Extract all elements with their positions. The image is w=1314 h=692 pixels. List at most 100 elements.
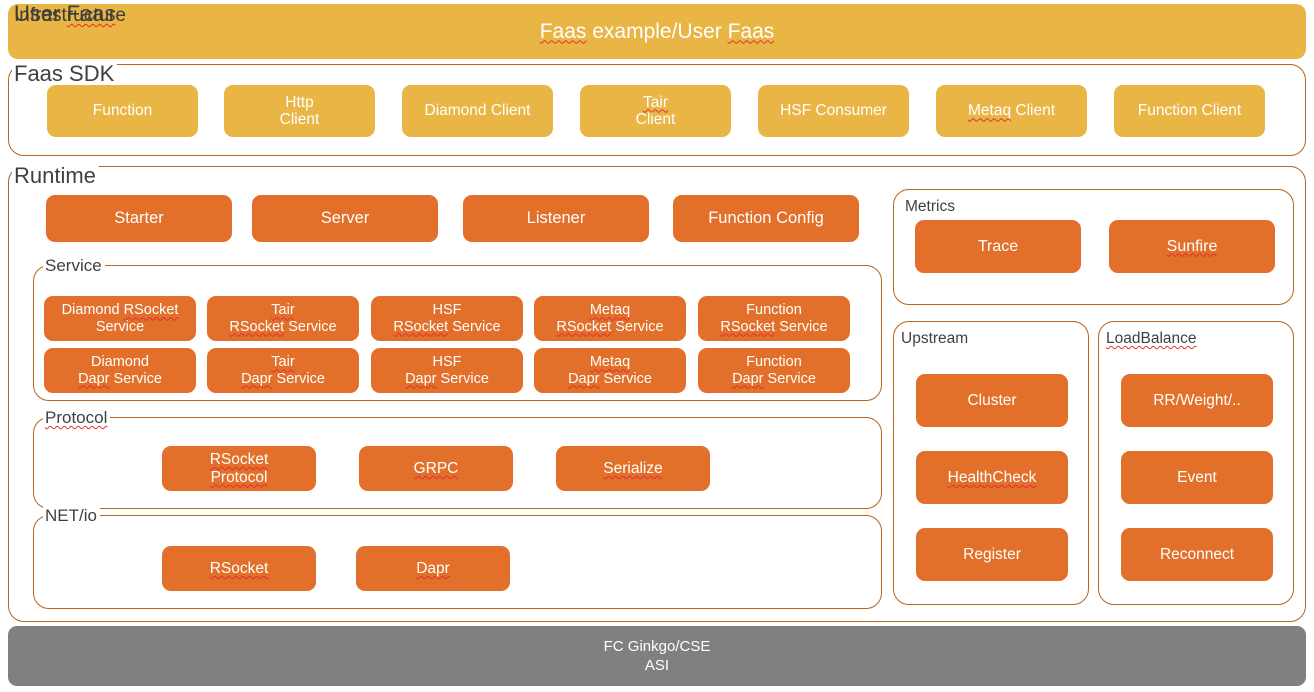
netio-label: NET/io <box>43 507 100 524</box>
chip-label: Cluster <box>967 391 1017 409</box>
chip-metaq-rsocket-service: Metaq RSocket Service <box>534 296 686 341</box>
chip-label: RSocket Protocol <box>209 451 269 486</box>
chip-diamond-client: Diamond Client <box>402 85 553 137</box>
diagram-canvas: Faas example/User Faas User Faas Functio… <box>0 0 1314 692</box>
banner-title: Faas example/User Faas <box>539 19 775 43</box>
chip-label: Diamond RSocket Service <box>61 302 179 335</box>
faas-sdk-container: Function Http Client Diamond Client Tair Clie… <box>8 64 1306 156</box>
infrastructure-line: ASI <box>644 657 670 674</box>
chip-label: Function <box>92 102 153 120</box>
upstream-container: Cluster HealthCheck Register <box>893 321 1089 605</box>
runtime-top-chip-row: Starter Server Listener Function Config <box>33 195 882 242</box>
chip-starter: Starter <box>46 195 232 242</box>
chip-label: Starter <box>114 209 164 228</box>
chip-label: Tair Dapr Service <box>241 354 325 387</box>
faas-sdk-label: Faas SDK <box>12 63 118 85</box>
chip-cluster: Cluster <box>916 374 1068 427</box>
chip-event: Event <box>1121 451 1273 504</box>
service-label: Service <box>43 257 105 274</box>
metrics-label: Metrics <box>903 199 958 215</box>
runtime-label: Runtime <box>12 165 99 187</box>
chip-listener: Listener <box>463 195 649 242</box>
chip-rsocket-protocol: RSocket Protocol <box>162 446 316 491</box>
chip-label: RSocket <box>209 559 269 577</box>
chip-label: Event <box>1177 468 1217 486</box>
infrastructure-lines: FC Ginkgo/CSE ASI <box>604 637 711 675</box>
chip-label: HSF RSocket Service <box>393 302 501 335</box>
chip-function-dapr-service: Function Dapr Service <box>698 348 850 393</box>
chip-http-client: Http Client <box>224 85 375 137</box>
chip-metaq-client: Metaq Client <box>936 85 1087 137</box>
chip-healthcheck: HealthCheck <box>916 451 1068 504</box>
chip-diamond-dapr-service: Diamond Dapr Service <box>44 348 196 393</box>
chip-label: Http Client <box>279 93 320 128</box>
chip-metaq-dapr-service: Metaq Dapr Service <box>534 348 686 393</box>
chip-serialize: Serialize <box>556 446 710 491</box>
user-faas-banner: Faas example/User Faas <box>8 4 1306 59</box>
service-rsocket-row: Diamond RSocket Service Tair RSocket Servic… <box>34 296 883 341</box>
chip-function: Function <box>47 85 198 137</box>
chip-label: Tair Client <box>635 93 676 128</box>
chip-dapr: Dapr <box>356 546 510 591</box>
runtime-container: Starter Server Listener Function Config Dia… <box>8 166 1306 622</box>
chip-label: Metaq RSocket Service <box>556 302 664 335</box>
chip-label: Function Client <box>1137 102 1242 120</box>
chip-tair-rsocket-service: Tair RSocket Service <box>207 296 359 341</box>
chip-function-client: Function Client <box>1114 85 1265 137</box>
chip-label: Function RSocket Service <box>720 302 828 335</box>
chip-label: Metaq Dapr Service <box>568 354 652 387</box>
chip-label: Function Dapr Service <box>732 354 816 387</box>
chip-tair-dapr-service: Tair Dapr Service <box>207 348 359 393</box>
chip-label: Diamond Client <box>424 102 531 120</box>
netio-container: RSocket Dapr <box>33 515 882 609</box>
chip-label: Function Config <box>708 209 824 228</box>
chip-label: Trace <box>977 237 1019 255</box>
chip-trace: Trace <box>915 220 1081 273</box>
service-container: Diamond RSocket Service Tair RSocket Servic… <box>33 265 882 401</box>
chip-label: HSF Consumer <box>780 102 887 120</box>
protocol-chip-row: RSocket Protocol GRPC Serialize <box>34 446 883 491</box>
chip-label: Server <box>320 209 370 228</box>
faas-sdk-chip-row: Function Http Client Diamond Client Tair Clie… <box>9 65 1305 155</box>
chip-reconnect: Reconnect <box>1121 528 1273 581</box>
metrics-chip-row: Trace Sunfire <box>894 220 1295 273</box>
chip-function-rsocket-service: Function RSocket Service <box>698 296 850 341</box>
chip-hsf-dapr-service: HSF Dapr Service <box>371 348 523 393</box>
loadbalance-chip-col: RR/Weight/.. Event Reconnect <box>1099 322 1295 606</box>
chip-label: Register <box>963 545 1021 563</box>
chip-server: Server <box>252 195 438 242</box>
infrastructure-bar: FC Ginkgo/CSE ASI <box>8 626 1306 686</box>
chip-label: GRPC <box>413 459 459 477</box>
service-dapr-row: Diamond Dapr Service Tair Dapr Service HSF Da… <box>34 348 883 393</box>
chip-diamond-rsocket-service: Diamond RSocket Service <box>44 296 196 341</box>
chip-label: Serialize <box>603 459 663 477</box>
protocol-container: RSocket Protocol GRPC Serialize <box>33 417 882 509</box>
chip-function-config: Function Config <box>673 195 859 242</box>
chip-hsf-rsocket-service: HSF RSocket Service <box>371 296 523 341</box>
chip-label: Sunfire <box>1166 237 1218 255</box>
chip-sunfire: Sunfire <box>1109 220 1275 273</box>
loadbalance-container: RR/Weight/.. Event Reconnect <box>1098 321 1294 605</box>
chip-register: Register <box>916 528 1068 581</box>
chip-rsocket: RSocket <box>162 546 316 591</box>
chip-hsf-consumer: HSF Consumer <box>758 85 909 137</box>
chip-label: Listener <box>526 209 586 228</box>
upstream-chip-col: Cluster HealthCheck Register <box>894 322 1090 606</box>
infrastructure-label: Infrastructure <box>14 5 126 26</box>
chip-tair-client: Tair Client <box>580 85 731 137</box>
chip-label: Metaq Client <box>967 102 1056 120</box>
chip-label: RR/Weight/.. <box>1153 391 1241 409</box>
chip-label: Reconnect <box>1159 545 1235 563</box>
loadbalance-label: LoadBalance <box>1104 331 1200 347</box>
chip-label: Dapr <box>416 559 450 577</box>
chip-label: HealthCheck <box>947 468 1037 486</box>
chip-label: HSF Dapr Service <box>405 354 489 387</box>
upstream-label: Upstream <box>899 331 972 347</box>
netio-chip-row: RSocket Dapr <box>34 546 883 591</box>
protocol-label: Protocol <box>43 409 111 426</box>
chip-label: Diamond Dapr Service <box>78 354 162 387</box>
infrastructure-line: FC Ginkgo/CSE <box>603 637 711 655</box>
chip-label: Tair RSocket Service <box>229 302 337 335</box>
chip-grpc: GRPC <box>359 446 513 491</box>
chip-rr-weight: RR/Weight/.. <box>1121 374 1273 427</box>
